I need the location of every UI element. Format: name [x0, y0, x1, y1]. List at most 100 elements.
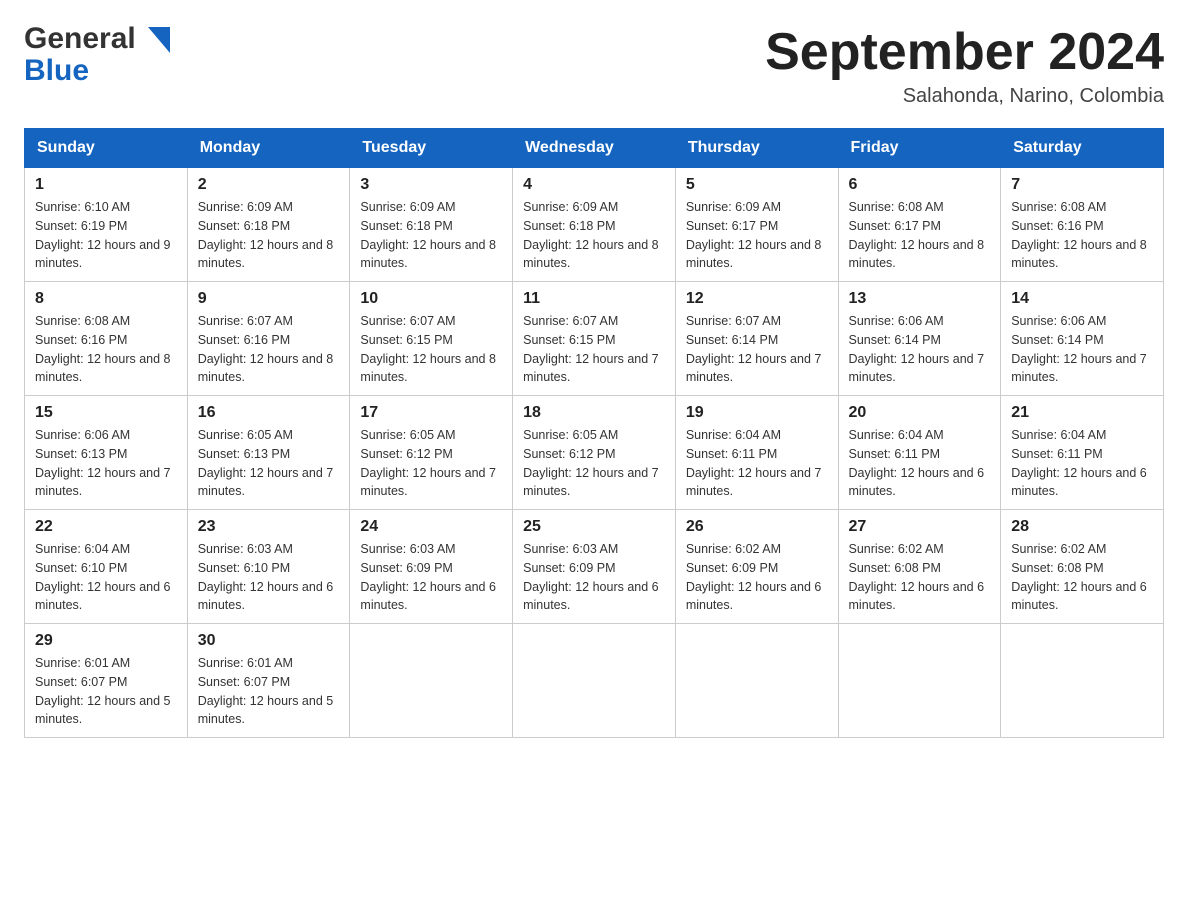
calendar-cell: 28 Sunrise: 6:02 AMSunset: 6:08 PMDayligh…: [1001, 510, 1164, 624]
weekday-header-saturday: Saturday: [1001, 129, 1164, 168]
calendar-table: SundayMondayTuesdayWednesdayThursdayFrid…: [24, 128, 1164, 738]
calendar-cell: 23 Sunrise: 6:03 AMSunset: 6:10 PMDayligh…: [187, 510, 350, 624]
day-number: 23: [198, 518, 340, 536]
day-info: Sunrise: 6:03 AMSunset: 6:09 PMDaylight:…: [360, 540, 502, 615]
day-number: 26: [686, 518, 828, 536]
location: Salahonda, Narino, Colombia: [765, 85, 1164, 108]
week-row: 1 Sunrise: 6:10 AMSunset: 6:19 PMDaylight…: [25, 168, 1164, 282]
calendar-cell: 5 Sunrise: 6:09 AMSunset: 6:17 PMDaylight…: [675, 168, 838, 282]
calendar-cell: 15 Sunrise: 6:06 AMSunset: 6:13 PMDayligh…: [25, 396, 188, 510]
calendar-cell: 18 Sunrise: 6:05 AMSunset: 6:12 PMDayligh…: [513, 396, 676, 510]
day-info: Sunrise: 6:07 AMSunset: 6:15 PMDaylight:…: [523, 312, 665, 387]
calendar-cell: 19 Sunrise: 6:04 AMSunset: 6:11 PMDayligh…: [675, 396, 838, 510]
day-number: 27: [849, 518, 991, 536]
calendar-cell: [675, 624, 838, 738]
week-row: 22 Sunrise: 6:04 AMSunset: 6:10 PMDayligh…: [25, 510, 1164, 624]
day-info: Sunrise: 6:02 AMSunset: 6:08 PMDaylight:…: [849, 540, 991, 615]
day-number: 6: [849, 176, 991, 194]
day-number: 17: [360, 404, 502, 422]
day-info: Sunrise: 6:04 AMSunset: 6:11 PMDaylight:…: [686, 426, 828, 501]
calendar-cell: 24 Sunrise: 6:03 AMSunset: 6:09 PMDayligh…: [350, 510, 513, 624]
day-number: 28: [1011, 518, 1153, 536]
day-info: Sunrise: 6:04 AMSunset: 6:11 PMDaylight:…: [849, 426, 991, 501]
day-info: Sunrise: 6:09 AMSunset: 6:18 PMDaylight:…: [198, 198, 340, 273]
calendar-cell: 30Sunrise: 6:01 AMSunset: 6:07 PMDayligh…: [187, 624, 350, 738]
week-row: 8Sunrise: 6:08 AMSunset: 6:16 PMDaylight…: [25, 282, 1164, 396]
month-title: September 2024: [765, 24, 1164, 81]
calendar-cell: 10 Sunrise: 6:07 AMSunset: 6:15 PMDayligh…: [350, 282, 513, 396]
day-info: Sunrise: 6:02 AMSunset: 6:09 PMDaylight:…: [686, 540, 828, 615]
calendar-cell: 21 Sunrise: 6:04 AMSunset: 6:11 PMDayligh…: [1001, 396, 1164, 510]
day-info: Sunrise: 6:03 AMSunset: 6:09 PMDaylight:…: [523, 540, 665, 615]
weekday-header-monday: Monday: [187, 129, 350, 168]
day-info: Sunrise: 6:04 AMSunset: 6:11 PMDaylight:…: [1011, 426, 1153, 501]
day-info: Sunrise: 6:09 AMSunset: 6:17 PMDaylight:…: [686, 198, 828, 273]
day-info: Sunrise: 6:05 AMSunset: 6:13 PMDaylight:…: [198, 426, 340, 501]
calendar-cell: 14Sunrise: 6:06 AMSunset: 6:14 PMDayligh…: [1001, 282, 1164, 396]
calendar-cell: [350, 624, 513, 738]
logo-triangle-icon: [148, 27, 170, 53]
calendar-cell: 2 Sunrise: 6:09 AMSunset: 6:18 PMDaylight…: [187, 168, 350, 282]
week-row: 15 Sunrise: 6:06 AMSunset: 6:13 PMDayligh…: [25, 396, 1164, 510]
day-info: Sunrise: 6:10 AMSunset: 6:19 PMDaylight:…: [35, 198, 177, 273]
calendar-cell: [513, 624, 676, 738]
day-info: Sunrise: 6:03 AMSunset: 6:10 PMDaylight:…: [198, 540, 340, 615]
calendar-cell: 13 Sunrise: 6:06 AMSunset: 6:14 PMDayligh…: [838, 282, 1001, 396]
calendar-cell: 11Sunrise: 6:07 AMSunset: 6:15 PMDayligh…: [513, 282, 676, 396]
day-number: 24: [360, 518, 502, 536]
day-info: Sunrise: 6:09 AMSunset: 6:18 PMDaylight:…: [360, 198, 502, 273]
day-number: 29: [35, 632, 177, 650]
day-info: Sunrise: 6:05 AMSunset: 6:12 PMDaylight:…: [523, 426, 665, 501]
weekday-header-thursday: Thursday: [675, 129, 838, 168]
day-info: Sunrise: 6:04 AMSunset: 6:10 PMDaylight:…: [35, 540, 177, 615]
day-number: 15: [35, 404, 177, 422]
day-number: 7: [1011, 176, 1153, 194]
calendar-cell: 27 Sunrise: 6:02 AMSunset: 6:08 PMDayligh…: [838, 510, 1001, 624]
day-number: 13: [849, 290, 991, 308]
calendar-cell: 8Sunrise: 6:08 AMSunset: 6:16 PMDaylight…: [25, 282, 188, 396]
calendar-cell: 22 Sunrise: 6:04 AMSunset: 6:10 PMDayligh…: [25, 510, 188, 624]
calendar-cell: 12Sunrise: 6:07 AMSunset: 6:14 PMDayligh…: [675, 282, 838, 396]
logo-line2: Blue: [24, 56, 170, 86]
week-row: 29 Sunrise: 6:01 AMSunset: 6:07 PMDayligh…: [25, 624, 1164, 738]
calendar-cell: 25Sunrise: 6:03 AMSunset: 6:09 PMDayligh…: [513, 510, 676, 624]
day-info: Sunrise: 6:05 AMSunset: 6:12 PMDaylight:…: [360, 426, 502, 501]
day-number: 2: [198, 176, 340, 194]
day-number: 1: [35, 176, 177, 194]
calendar-cell: [1001, 624, 1164, 738]
calendar-cell: 26 Sunrise: 6:02 AMSunset: 6:09 PMDayligh…: [675, 510, 838, 624]
day-info: Sunrise: 6:02 AMSunset: 6:08 PMDaylight:…: [1011, 540, 1153, 615]
day-info: Sunrise: 6:08 AMSunset: 6:16 PMDaylight:…: [35, 312, 177, 387]
day-info: Sunrise: 6:07 AMSunset: 6:15 PMDaylight:…: [360, 312, 502, 387]
calendar-cell: 7Sunrise: 6:08 AMSunset: 6:16 PMDaylight…: [1001, 168, 1164, 282]
day-number: 18: [523, 404, 665, 422]
day-number: 5: [686, 176, 828, 194]
day-info: Sunrise: 6:06 AMSunset: 6:14 PMDaylight:…: [849, 312, 991, 387]
day-number: 3: [360, 176, 502, 194]
calendar-header: SundayMondayTuesdayWednesdayThursdayFrid…: [25, 129, 1164, 168]
day-info: Sunrise: 6:01 AMSunset: 6:07 PMDaylight:…: [35, 654, 177, 729]
day-info: Sunrise: 6:08 AMSunset: 6:17 PMDaylight:…: [849, 198, 991, 273]
calendar-cell: 4Sunrise: 6:09 AMSunset: 6:18 PMDaylight…: [513, 168, 676, 282]
calendar-cell: [838, 624, 1001, 738]
calendar-cell: 29 Sunrise: 6:01 AMSunset: 6:07 PMDayligh…: [25, 624, 188, 738]
calendar-cell: 20Sunrise: 6:04 AMSunset: 6:11 PMDayligh…: [838, 396, 1001, 510]
day-info: Sunrise: 6:06 AMSunset: 6:13 PMDaylight:…: [35, 426, 177, 501]
calendar-cell: 6 Sunrise: 6:08 AMSunset: 6:17 PMDaylight…: [838, 168, 1001, 282]
day-number: 19: [686, 404, 828, 422]
weekday-row: SundayMondayTuesdayWednesdayThursdayFrid…: [25, 129, 1164, 168]
day-number: 10: [360, 290, 502, 308]
day-number: 9: [198, 290, 340, 308]
day-number: 14: [1011, 290, 1153, 308]
day-number: 16: [198, 404, 340, 422]
title-section: September 2024 Salahonda, Narino, Colomb…: [765, 24, 1164, 108]
logo-line1: General: [24, 24, 170, 54]
day-number: 22: [35, 518, 177, 536]
weekday-header-friday: Friday: [838, 129, 1001, 168]
page-header: General Blue September 2024 Salahonda, N…: [24, 24, 1164, 108]
day-info: Sunrise: 6:09 AMSunset: 6:18 PMDaylight:…: [523, 198, 665, 273]
weekday-header-sunday: Sunday: [25, 129, 188, 168]
day-info: Sunrise: 6:07 AMSunset: 6:16 PMDaylight:…: [198, 312, 340, 387]
day-number: 21: [1011, 404, 1153, 422]
calendar-cell: 9 Sunrise: 6:07 AMSunset: 6:16 PMDaylight…: [187, 282, 350, 396]
